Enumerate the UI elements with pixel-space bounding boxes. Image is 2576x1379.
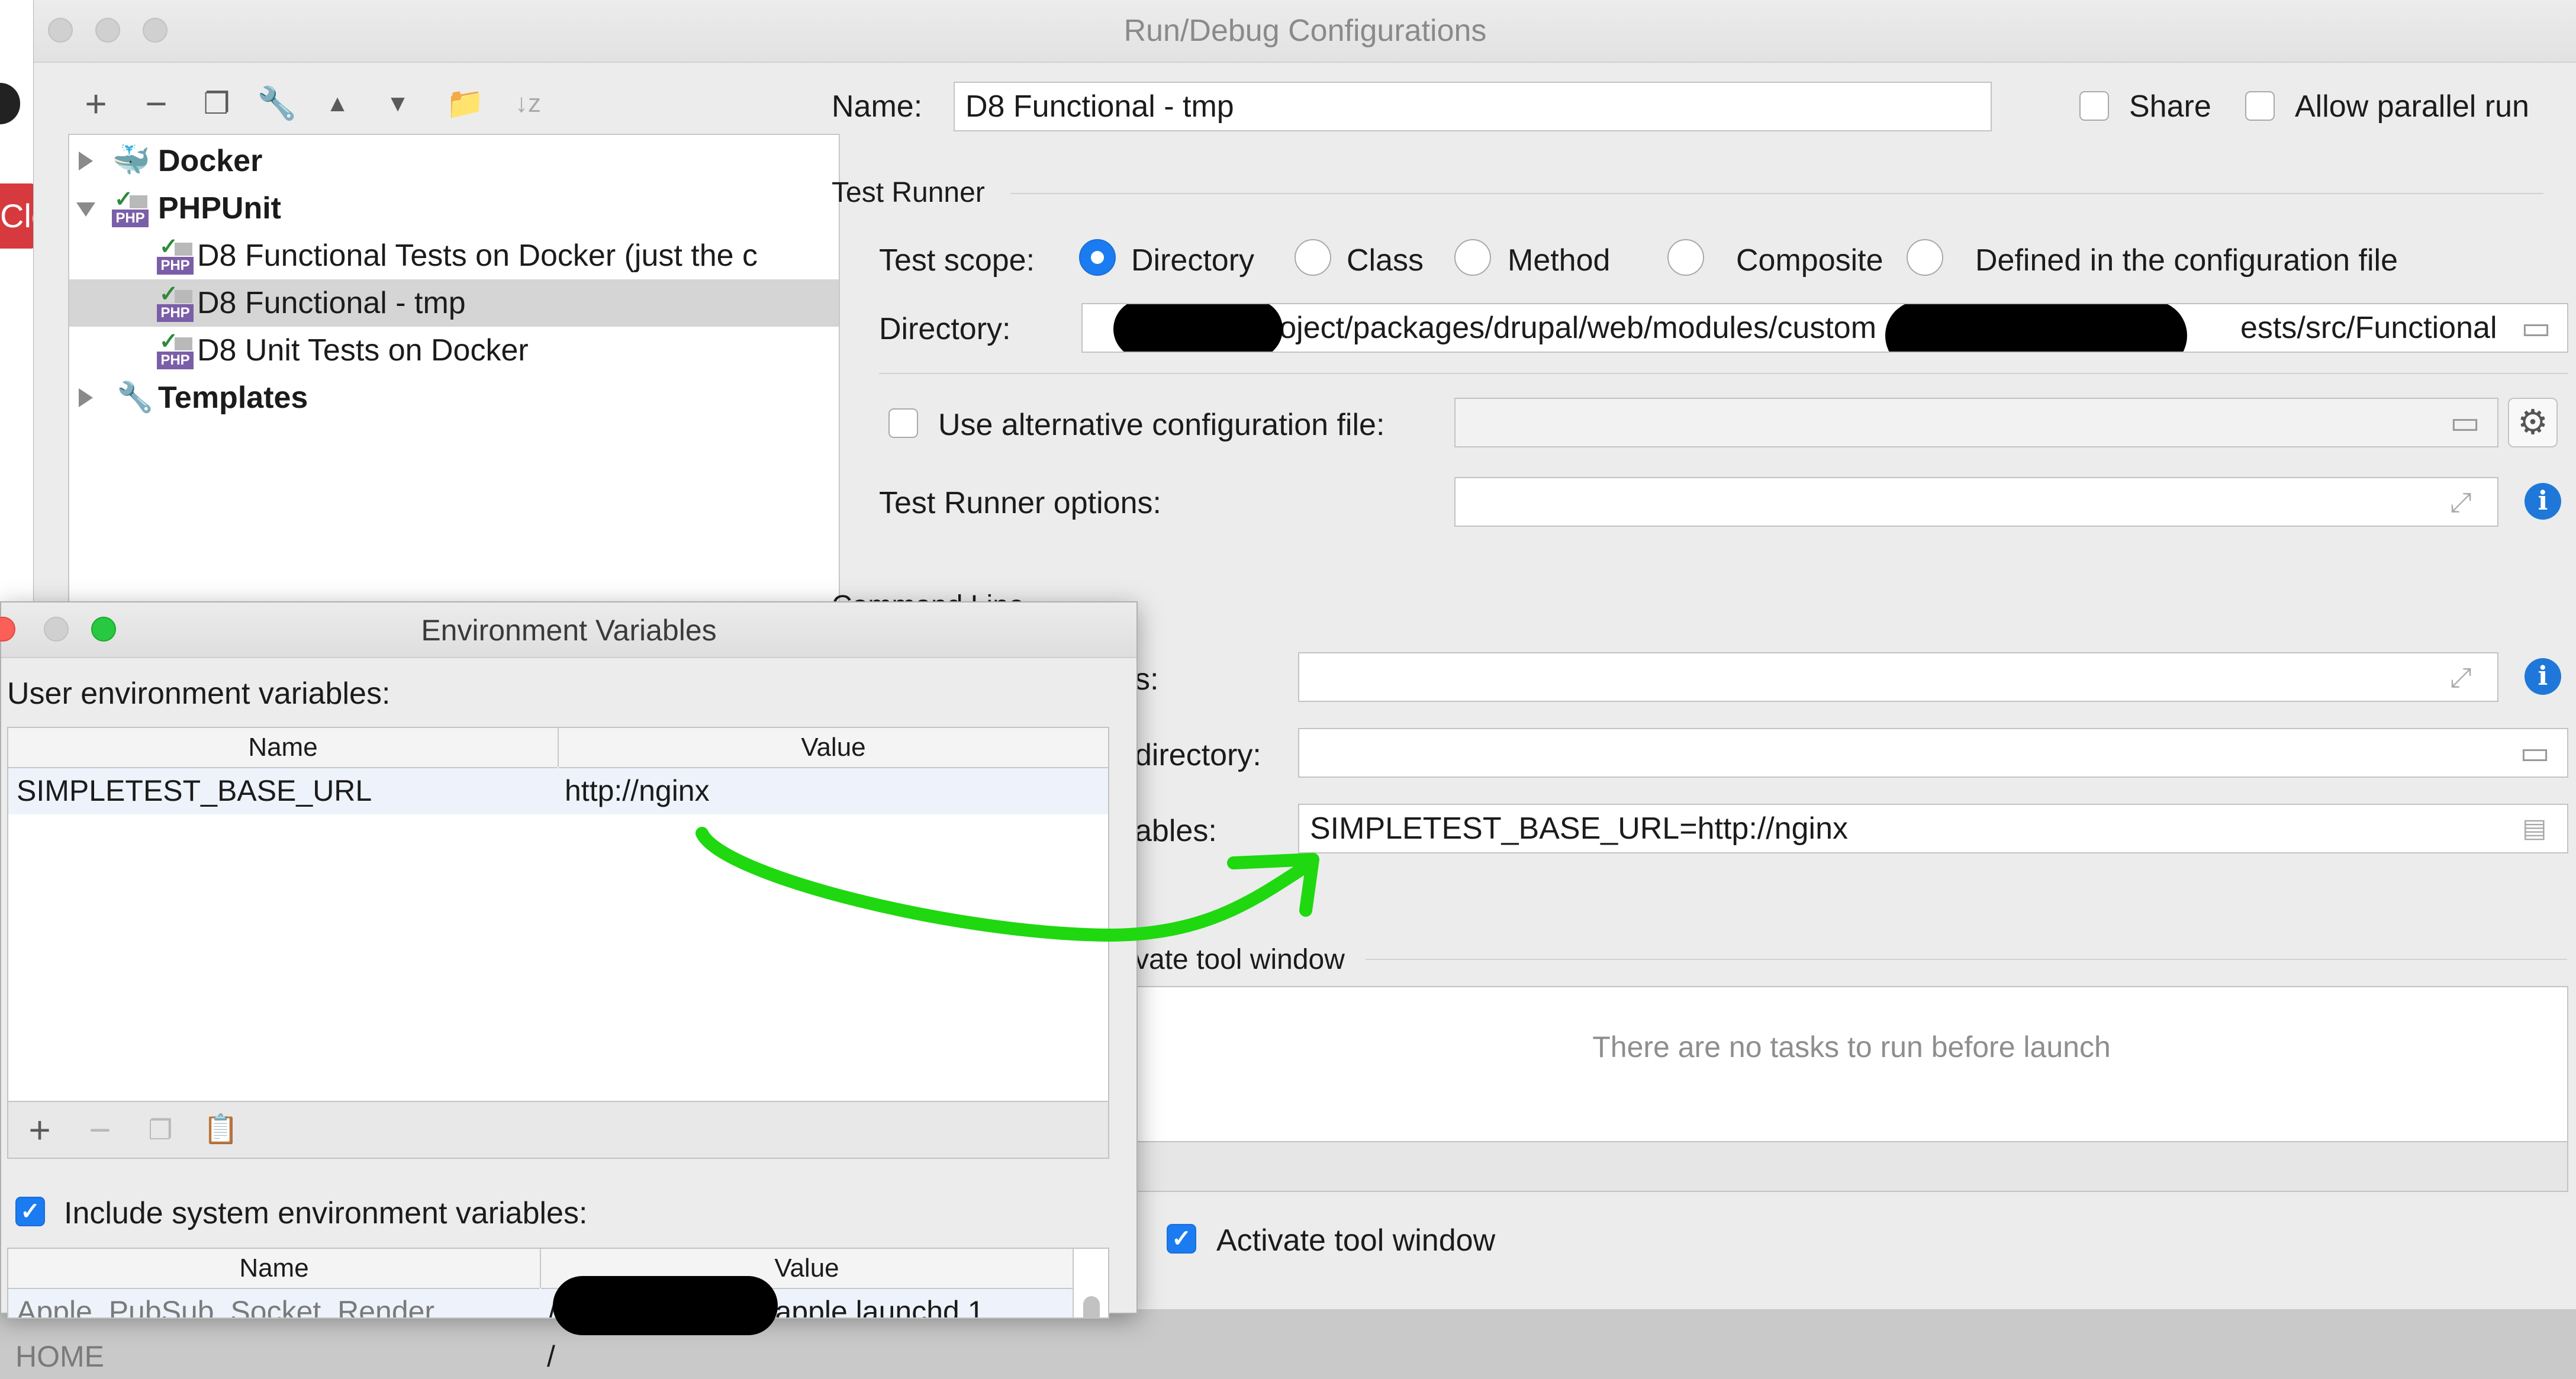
annotation-arrow-shaft bbox=[695, 827, 1316, 942]
var-value-cell[interactable]: / bbox=[547, 1334, 555, 1379]
var-name-cell[interactable]: HOME bbox=[15, 1334, 104, 1379]
annotation-arrow bbox=[695, 827, 1319, 942]
